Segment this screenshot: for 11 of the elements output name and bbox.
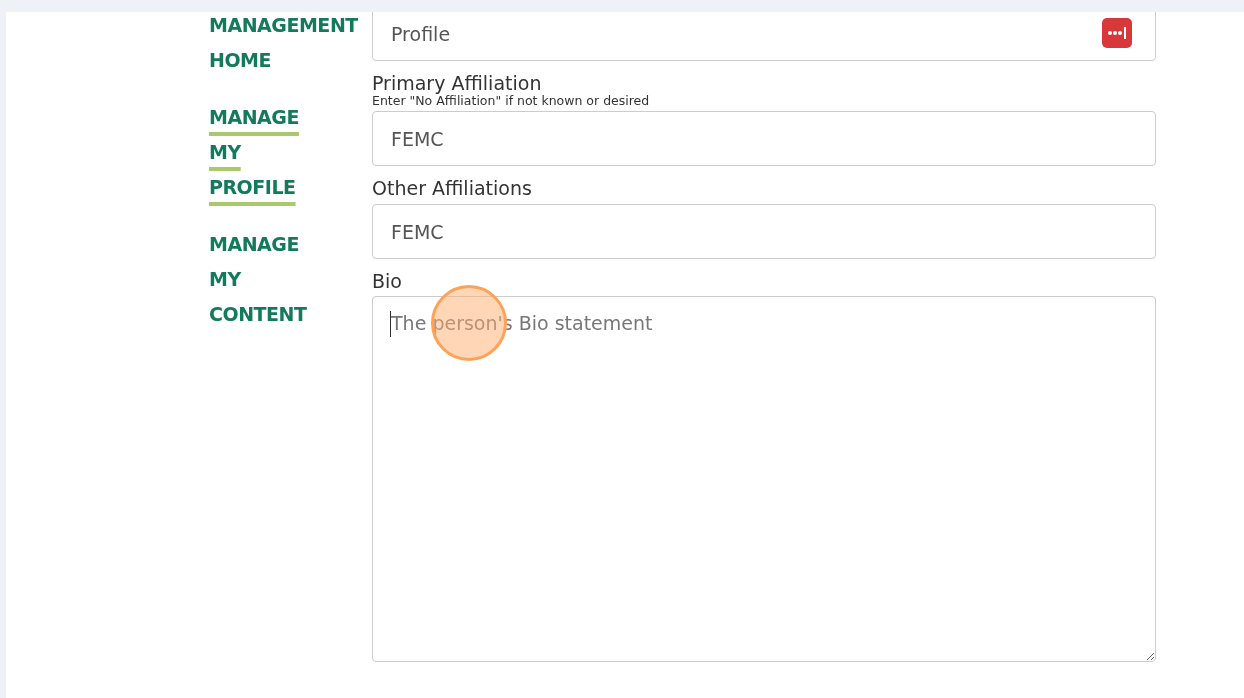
field-label: Other Affiliations <box>372 176 533 200</box>
password-manager-icon[interactable] <box>1102 18 1132 48</box>
sidebar-link[interactable]: MANAGE MY CONTENT <box>209 227 307 332</box>
input-field[interactable]: FEMC <box>372 111 1156 166</box>
input-field[interactable]: Profile <box>372 12 1156 61</box>
field-hint: Enter "No Affiliation" if not known or desired <box>372 95 651 107</box>
sidebar-link[interactable]: MANAGEMENT HOME <box>209 12 358 78</box>
field-label: Bio <box>372 269 403 293</box>
input-field[interactable]: FEMC <box>372 204 1156 259</box>
field-label: Primary Affiliation <box>372 71 543 95</box>
sidebar-link[interactable]: MANAGE MY PROFILE <box>209 100 299 205</box>
